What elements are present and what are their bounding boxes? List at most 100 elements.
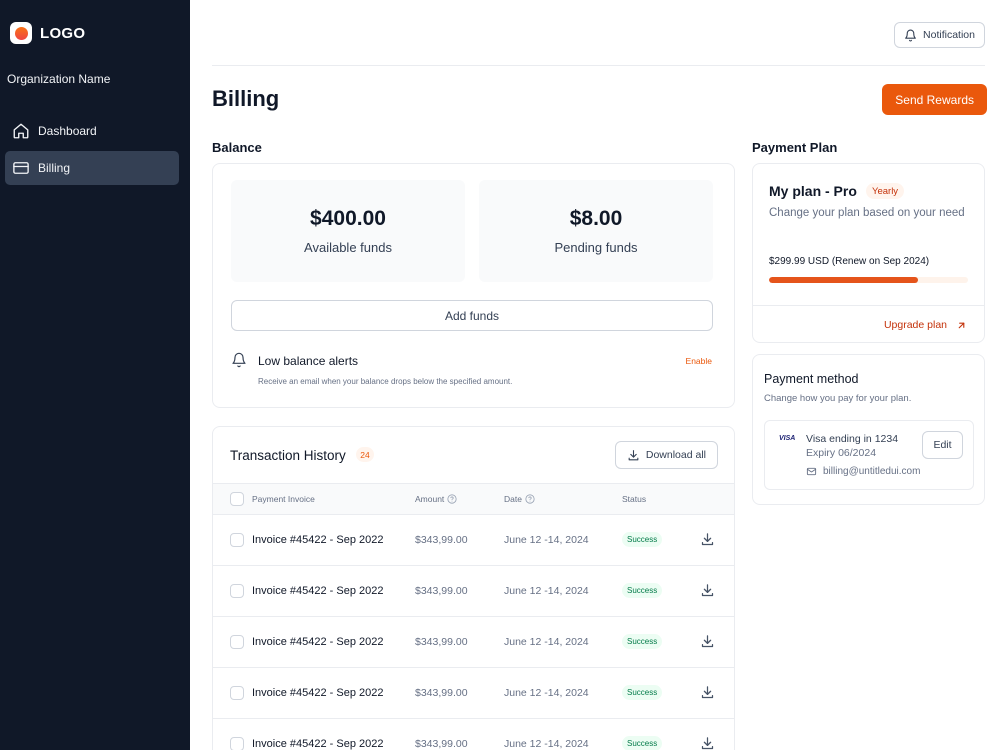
- transaction-history-card: Transaction History 24 Download all Paym…: [212, 426, 735, 750]
- card-expiry: Expiry 06/2024: [806, 447, 877, 459]
- help-circle-icon: [525, 494, 535, 504]
- page-title: Billing: [212, 86, 280, 111]
- balance-card: $400.00 Available funds $8.00 Pending fu…: [212, 163, 735, 408]
- table-row[interactable]: Invoice #45422 - Sep 2022 $343,99.00 Jun…: [213, 719, 734, 750]
- row-checkbox[interactable]: [230, 533, 244, 547]
- sidebar-item-label: Billing: [38, 161, 71, 175]
- invoice-name: Invoice #45422 - Sep 2022: [252, 738, 384, 750]
- plan-name: My plan - Pro: [769, 183, 857, 199]
- bell-icon: [905, 29, 916, 41]
- pending-funds-box: $8.00 Pending funds: [479, 180, 713, 282]
- sidebar-nav: Dashboard Billing: [5, 114, 179, 188]
- row-checkbox[interactable]: [230, 737, 244, 750]
- row-checkbox[interactable]: [230, 686, 244, 700]
- plan-divider: [753, 305, 984, 306]
- payment-method-title: Payment method: [764, 372, 859, 386]
- home-icon: [13, 123, 29, 139]
- status-badge: Success: [622, 532, 663, 547]
- table-row[interactable]: Invoice #45422 - Sep 2022 $343,99.00 Jun…: [213, 668, 734, 719]
- table-row[interactable]: Invoice #45422 - Sep 2022 $343,99.00 Jun…: [213, 617, 734, 668]
- upgrade-plan-link[interactable]: Upgrade plan: [884, 319, 967, 331]
- table-header: Payment Invoice Amount Date Status: [213, 483, 734, 515]
- edit-card-button[interactable]: Edit: [922, 431, 963, 459]
- sidebar-item-label: Dashboard: [38, 124, 97, 138]
- column-header-status: Status: [622, 494, 646, 504]
- download-icon[interactable]: [700, 634, 715, 649]
- invoice-amount: $343,99.00: [415, 585, 468, 597]
- plan-description: Change your plan based on your need: [769, 207, 965, 219]
- plan-period-badge: Yearly: [866, 183, 905, 199]
- add-funds-button[interactable]: Add funds: [231, 300, 713, 331]
- download-all-label: Download all: [645, 449, 706, 461]
- invoice-amount: $343,99.00: [415, 534, 468, 546]
- invoice-name: Invoice #45422 - Sep 2022: [252, 585, 384, 597]
- column-header-label: Status: [622, 494, 647, 504]
- plan-progress-fill: [769, 277, 919, 283]
- download-icon[interactable]: [700, 583, 715, 598]
- card-label: Visa ending in 1234: [806, 433, 899, 445]
- billing-email: billing@untitledui.com: [806, 466, 920, 477]
- row-checkbox[interactable]: [230, 584, 244, 598]
- plan-progress-bar: [769, 277, 968, 283]
- select-all-checkbox[interactable]: [230, 492, 244, 506]
- download-icon[interactable]: [700, 736, 715, 750]
- enable-alert-link[interactable]: Enable: [686, 356, 712, 366]
- notification-label: Notification: [923, 29, 975, 41]
- invoice-date: June 12 -14, 2024: [504, 636, 589, 648]
- column-header-label: Amount: [415, 494, 445, 504]
- table-row[interactable]: Invoice #45422 - Sep 2022 $343,99.00 Jun…: [213, 515, 734, 566]
- column-header-date[interactable]: Date: [504, 494, 535, 504]
- invoice-amount: $343,99.00: [415, 738, 468, 750]
- transaction-count-badge: 24: [356, 447, 374, 462]
- billing-email-text: billing@untitledui.com: [823, 466, 921, 477]
- logo-mark-icon: [10, 22, 32, 44]
- low-balance-alert-description: Receive an email when your balance drops…: [258, 377, 513, 386]
- invoice-date: June 12 -14, 2024: [504, 687, 589, 699]
- transaction-history-title: Transaction History: [230, 448, 346, 463]
- table-row[interactable]: Invoice #45422 - Sep 2022 $343,99.00 Jun…: [213, 566, 734, 617]
- sidebar-item-billing[interactable]: Billing: [5, 151, 179, 185]
- arrow-up-right-icon: [958, 322, 965, 328]
- status-badge: Success: [622, 736, 663, 750]
- status-badge: Success: [622, 634, 663, 649]
- status-badge: Success: [622, 583, 663, 598]
- download-icon: [628, 449, 639, 460]
- visa-logo: VISA: [779, 435, 796, 442]
- column-header-label: Date: [504, 494, 522, 504]
- pending-funds-amount: $8.00: [569, 207, 623, 230]
- download-icon[interactable]: [700, 532, 715, 547]
- pending-funds-label: Pending funds: [554, 240, 638, 255]
- available-funds-label: Available funds: [304, 240, 392, 255]
- download-all-button[interactable]: Download all: [614, 441, 718, 469]
- sidebar: LOGO Organization Name Dashboard Billing: [0, 0, 190, 750]
- help-circle-icon: [447, 494, 457, 504]
- balance-section-title: Balance: [212, 140, 262, 155]
- logo[interactable]: LOGO: [10, 22, 85, 44]
- column-header-invoice: Payment Invoice: [252, 494, 315, 504]
- upgrade-plan-label: Upgrade plan: [883, 319, 947, 331]
- low-balance-alert-title: Low balance alerts: [258, 354, 359, 368]
- credit-card-icon: [13, 162, 29, 174]
- saved-card: VISA Visa ending in 1234 Expiry 06/2024 …: [764, 420, 974, 490]
- invoice-date: June 12 -14, 2024: [504, 738, 589, 750]
- column-header-label: Payment Invoice: [252, 494, 315, 504]
- sidebar-item-dashboard[interactable]: Dashboard: [5, 114, 179, 148]
- payment-plan-section-title: Payment Plan: [752, 140, 838, 155]
- invoice-name: Invoice #45422 - Sep 2022: [252, 534, 384, 546]
- logo-text: LOGO: [40, 24, 86, 42]
- organization-name[interactable]: Organization Name: [7, 72, 110, 86]
- mail-icon: [806, 467, 817, 476]
- plan-price: $299.99 USD (Renew on Sep 2024): [769, 256, 930, 267]
- notification-button[interactable]: Notification: [894, 22, 985, 48]
- header-divider: [212, 65, 985, 66]
- payment-plan-card: My plan - Pro Yearly Change your plan ba…: [752, 163, 985, 343]
- download-icon[interactable]: [700, 685, 715, 700]
- payment-method-card: Payment method Change how you pay for yo…: [752, 354, 985, 505]
- row-checkbox[interactable]: [230, 635, 244, 649]
- invoice-date: June 12 -14, 2024: [504, 534, 589, 546]
- send-rewards-button[interactable]: Send Rewards: [882, 84, 987, 115]
- invoice-name: Invoice #45422 - Sep 2022: [252, 636, 384, 648]
- invoice-date: June 12 -14, 2024: [504, 585, 589, 597]
- column-header-amount[interactable]: Amount: [415, 494, 457, 504]
- payment-method-description: Change how you pay for your plan.: [764, 393, 912, 404]
